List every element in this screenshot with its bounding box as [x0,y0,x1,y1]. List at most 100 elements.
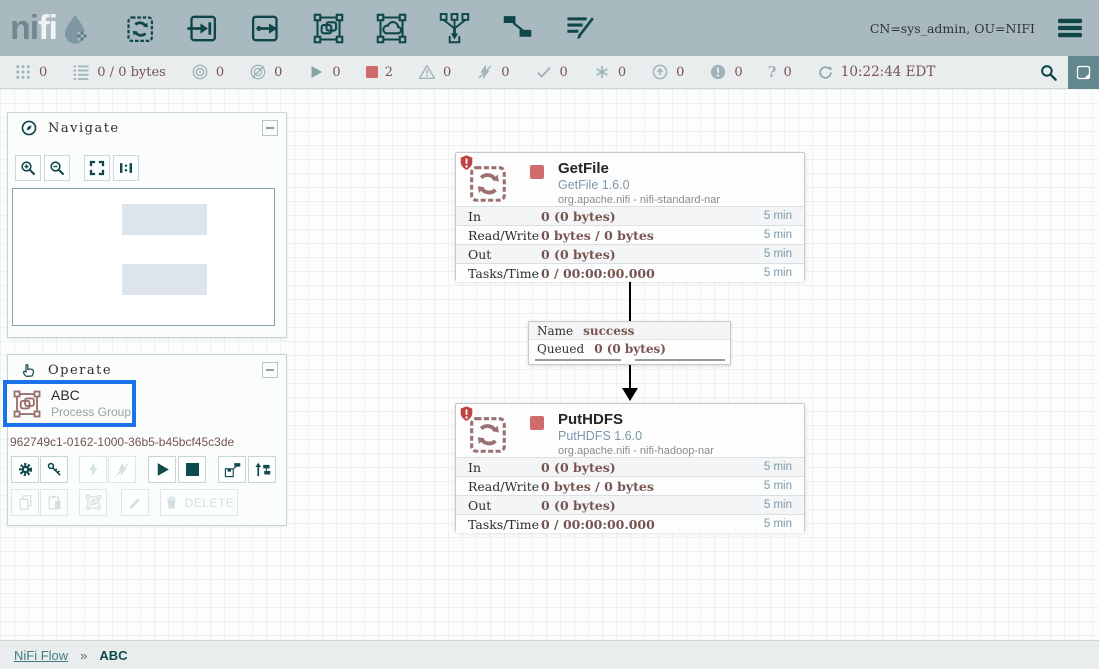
processor-component[interactable] [121,8,157,48]
up-to-date-status: 0 [535,63,568,81]
queue-size-bar [635,359,725,361]
create-template-button[interactable] [248,456,276,483]
group-icon [85,494,102,511]
birdseye-view[interactable] [12,188,275,326]
global-menu-button[interactable] [1053,15,1087,41]
operate-selected-component[interactable]: ABC Process Group [3,380,136,427]
breadcrumb-root-link[interactable]: NiFi Flow [14,648,68,663]
input-port-component[interactable] [184,8,220,48]
refresh-status: 10:22:44 EDT [817,64,936,81]
stat-value: 0 (0 bytes) [541,247,616,262]
input-port-icon [186,12,219,45]
invalid-shield-icon [459,154,474,172]
one-to-one-icon [117,159,135,177]
stat-row-tasks: Tasks/Time 0 / 00:00:00.000 5 min [456,514,804,533]
funnel-icon [438,12,471,45]
create-template-icon [254,461,271,478]
zoom-in-button[interactable] [15,155,41,181]
navigate-toolbar [12,155,139,181]
gear-icon [17,461,34,478]
breadcrumb-current: ABC [99,648,127,663]
stat-value: 0 / 00:00:00.000 [541,517,655,532]
connection-name-row: Name success [529,322,730,340]
upload-template-icon [224,461,241,478]
enable-button[interactable] [79,456,107,483]
not-transmitting-icon [249,63,267,81]
zoom-out-button[interactable] [44,155,70,181]
locally-modified-count: 0 [618,65,626,80]
delete-label: DELETE [185,496,235,510]
active-threads-status: 0 [14,63,47,81]
stat-window: 5 min [764,499,792,511]
upload-template-button[interactable] [218,456,246,483]
queued-count: 0 / 0 bytes [97,65,166,80]
stopped-status: 2 [366,65,393,80]
processor-type: GetFile 1.6.0 [558,178,630,192]
start-button[interactable] [148,456,176,483]
stopped-count: 2 [385,65,393,80]
stopped-state-icon [530,416,544,430]
remote-process-group-component[interactable] [373,8,409,48]
running-status: 0 [307,63,340,81]
stat-row-out: Out 0 (0 bytes) 5 min [456,244,804,263]
stat-row-readwrite: Read/Write 0 bytes / 0 bytes 5 min [456,476,804,495]
navigate-panel: Navigate [7,112,287,338]
configuration-button[interactable] [11,456,39,483]
group-button[interactable] [79,489,107,516]
funnel-component[interactable] [436,8,472,48]
stale-count: 0 [676,65,684,80]
process-group-icon [312,12,345,45]
processor-puthdfs[interactable]: PutHDFS PutHDFS 1.6.0 org.apache.nifi - … [455,403,805,532]
current-user: CN=sys_admin, OU=NIFI [870,21,1035,36]
disabled-status: 0 [476,63,509,81]
nifi-drop-icon [59,13,91,45]
processor-type: PutHDFS 1.6.0 [558,429,642,443]
top-toolbar: nifi CN=sys_admin, OU=NIFI [0,0,1099,56]
connection-queued-label: Queued [537,342,584,356]
stopped-state-icon [530,165,544,179]
stat-window: 5 min [764,518,792,530]
search-button[interactable] [1028,56,1068,89]
birdseye-processor-2 [122,264,207,295]
refresh-icon[interactable] [817,64,834,81]
zoom-actual-size-button[interactable] [113,155,139,181]
lightning-icon [85,461,102,478]
queue-count-bar [535,359,621,361]
stat-label: In [468,209,541,224]
operate-collapse-button[interactable] [262,362,278,378]
connection-name-label: Name [537,324,573,338]
trash-icon [164,495,179,510]
processor-icon [123,12,156,45]
sync-failure-count: 0 [783,65,791,80]
zoom-fit-button[interactable] [84,155,110,181]
paste-button[interactable] [40,489,68,516]
connection-label[interactable]: Name success Queued 0 (0 bytes) [528,321,731,365]
stat-value: 0 bytes / 0 bytes [541,479,654,494]
process-group-component[interactable] [310,8,346,48]
label-component[interactable] [562,8,598,48]
processor-getfile[interactable]: GetFile GetFile 1.6.0 org.apache.nifi - … [455,152,805,281]
template-component[interactable] [499,8,535,48]
template-icon [501,12,534,45]
stat-row-readwrite: Read/Write 0 bytes / 0 bytes 5 min [456,225,804,244]
stat-label: Read/Write [468,228,541,243]
output-port-component[interactable] [247,8,283,48]
bulletin-panel-toggle-button[interactable] [1068,56,1099,89]
locally-modified-icon [593,63,611,81]
processor-stats: In 0 (0 bytes) 5 min Read/Write 0 bytes … [456,206,804,282]
flow-canvas[interactable]: Navigate Operate [0,89,1099,640]
running-icon [307,63,325,81]
locally-modified-stale-status: 0 [709,63,742,81]
disable-button[interactable] [108,456,136,483]
stat-value: 0 (0 bytes) [541,460,616,475]
process-group-icon [12,389,42,419]
stat-label: In [468,460,541,475]
stop-button[interactable] [178,456,206,483]
navigate-collapse-button[interactable] [262,120,278,136]
change-color-button[interactable] [121,489,149,516]
copy-button[interactable] [11,489,39,516]
play-icon [153,460,172,479]
nifi-logo: nifi [10,11,91,45]
delete-button[interactable]: DELETE [160,489,238,516]
access-policies-button[interactable] [40,456,68,483]
